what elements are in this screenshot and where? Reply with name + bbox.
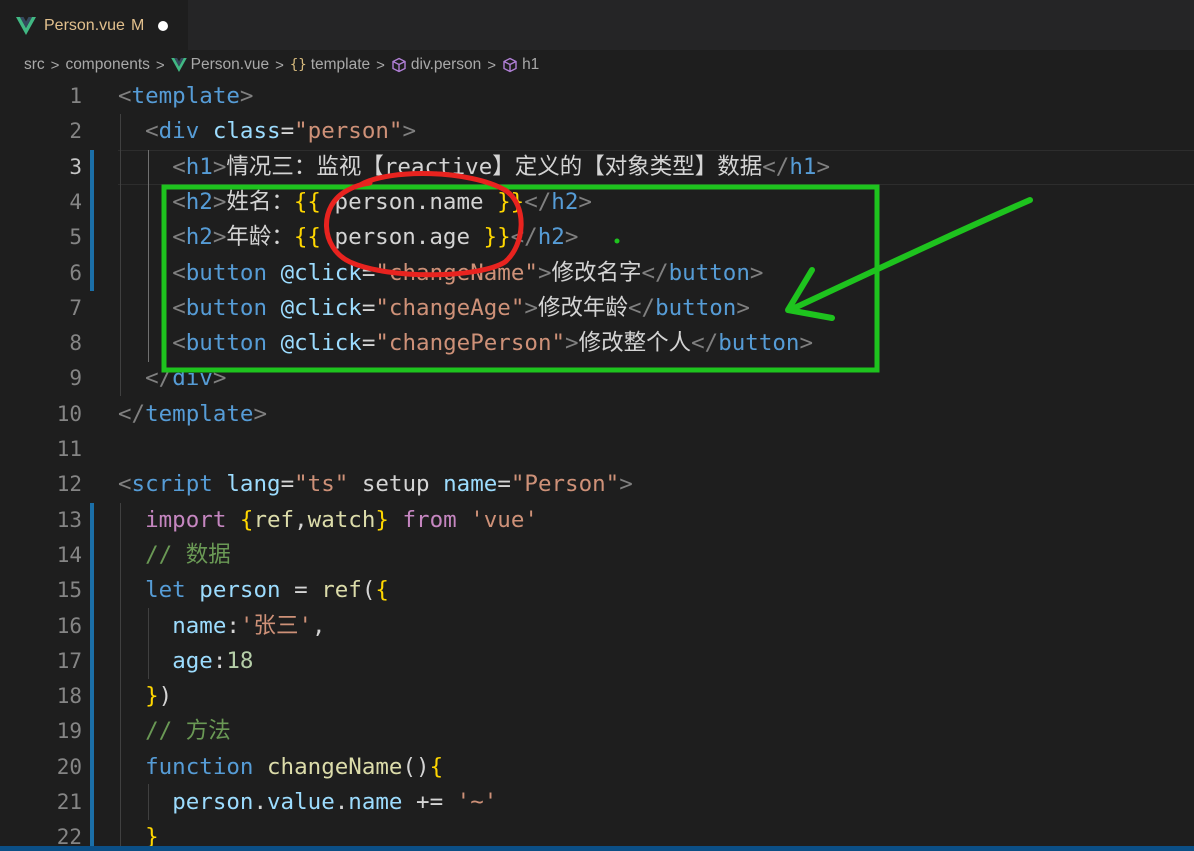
line-code: import {ref,watch} from 'vue' bbox=[145, 506, 538, 533]
line-code: person.value.name += '~' bbox=[172, 789, 498, 815]
line-number: 11 bbox=[56, 437, 82, 461]
breadcrumb-item-file[interactable]: Person.vue bbox=[191, 56, 269, 74]
line-number: 5 bbox=[69, 225, 82, 250]
braces-icon: {} bbox=[289, 57, 307, 73]
code-line[interactable]: 14 // 数据 bbox=[0, 538, 1194, 573]
code-editor: Person.vue M src > components > Person.v… bbox=[0, 0, 1194, 851]
line-code: age:18 bbox=[172, 647, 254, 674]
code-line[interactable]: 20 function changeName(){ bbox=[0, 750, 1194, 785]
code-area[interactable]: 1 <template> 2 <div class="person"> 3 <h1>情… bbox=[0, 79, 1194, 851]
line-code: <h2>年龄：{{ person.age }}</h2> bbox=[172, 224, 579, 251]
chevron-right-icon: > bbox=[487, 56, 497, 74]
code-line[interactable]: 18 }) bbox=[0, 679, 1194, 714]
code-line[interactable]: 12 <script lang="ts" setup name="Person"> bbox=[0, 467, 1194, 502]
line-number: 16 bbox=[56, 613, 82, 638]
vue-icon bbox=[170, 58, 187, 72]
tab-person-vue[interactable]: Person.vue M bbox=[0, 0, 188, 50]
code-line[interactable]: 15 let person = ref({ bbox=[0, 573, 1194, 608]
line-number: 17 bbox=[56, 648, 82, 673]
line-code: <template> bbox=[118, 83, 254, 109]
line-code: // 方法 bbox=[118, 718, 231, 745]
line-code: }) bbox=[145, 683, 173, 710]
breadcrumb-item-src[interactable]: src bbox=[24, 56, 45, 74]
line-number: 21 bbox=[56, 790, 82, 814]
vue-icon bbox=[16, 16, 36, 35]
chevron-right-icon: > bbox=[376, 56, 385, 74]
code-line[interactable]: 10 </template> bbox=[0, 397, 1194, 432]
status-bar-edge bbox=[0, 846, 1194, 851]
line-code: <button @click="changePerson">修改整个人</but… bbox=[172, 330, 814, 357]
line-number: 18 bbox=[56, 684, 82, 709]
line-code: name:'张三', bbox=[172, 612, 326, 639]
breadcrumb-item-h1[interactable]: h1 bbox=[522, 56, 539, 74]
chevron-right-icon: > bbox=[155, 56, 165, 74]
code-line[interactable]: 8 <button @click="changePerson">修改整个人</b… bbox=[0, 326, 1194, 361]
line-code: <script lang="ts" setup name="Person"> bbox=[118, 471, 633, 498]
code-line[interactable]: 21 person.value.name += '~' bbox=[0, 785, 1194, 820]
cube-icon bbox=[391, 57, 407, 73]
code-line[interactable]: 16 name:'张三', bbox=[0, 609, 1194, 644]
line-number: 13 bbox=[56, 507, 82, 532]
code-line[interactable]: 4 <h2>姓名：{{ person.name }}</h2> bbox=[0, 185, 1194, 220]
line-code: </div> bbox=[145, 365, 227, 392]
line-number: 14 bbox=[56, 542, 82, 567]
line-code: // 数据 bbox=[118, 541, 231, 568]
code-line[interactable]: 7 <button @click="changeAge">修改年龄</butto… bbox=[0, 291, 1194, 326]
line-number: 10 bbox=[56, 401, 82, 426]
breadcrumb-item-components[interactable]: components bbox=[65, 56, 149, 74]
code-line[interactable]: 3 <h1>情况三：监视【reactive】定义的【对象类型】数据</h1> bbox=[0, 150, 1194, 185]
line-number: 7 bbox=[69, 295, 82, 320]
line-number: 3 bbox=[69, 154, 82, 179]
line-number: 6 bbox=[69, 260, 82, 285]
tab-filename: Person.vue bbox=[44, 16, 125, 34]
line-code: function changeName(){ bbox=[145, 753, 444, 780]
line-code: <button @click="changeName">修改名字</button… bbox=[172, 259, 764, 286]
line-number: 9 bbox=[69, 366, 82, 391]
line-code: </template> bbox=[118, 400, 268, 427]
cube-icon bbox=[502, 57, 518, 73]
chevron-right-icon: > bbox=[275, 56, 284, 74]
code-line[interactable]: 19 // 方法 bbox=[0, 714, 1194, 749]
line-number: 8 bbox=[69, 331, 82, 356]
line-code: <div class="person"> bbox=[145, 118, 417, 145]
line-number: 19 bbox=[56, 719, 82, 744]
code-line[interactable]: 11 bbox=[0, 432, 1194, 467]
code-line[interactable]: 13 import {ref,watch} from 'vue' bbox=[0, 503, 1194, 538]
code-line[interactable]: 9 </div> bbox=[0, 361, 1194, 396]
breadcrumb-item-template[interactable]: template bbox=[311, 56, 370, 74]
line-number: 1 bbox=[69, 84, 82, 108]
line-code: <button @click="changeAge">修改年龄</button> bbox=[172, 294, 750, 321]
code-line[interactable]: 6 <button @click="changeName">修改名字</butt… bbox=[0, 256, 1194, 291]
line-code: <h2>姓名：{{ person.name }}</h2> bbox=[172, 188, 592, 215]
breadcrumb: src > components > Person.vue > {} templ… bbox=[0, 52, 1194, 78]
breadcrumb-item-div-person[interactable]: div.person bbox=[411, 56, 481, 74]
chevron-right-icon: > bbox=[50, 56, 60, 74]
line-number: 20 bbox=[56, 754, 82, 779]
line-number: 12 bbox=[56, 472, 82, 497]
tab-modified-flag: M bbox=[130, 16, 145, 34]
line-number: 2 bbox=[69, 119, 82, 144]
code-line[interactable]: 17 age:18 bbox=[0, 644, 1194, 679]
line-number: 15 bbox=[56, 578, 82, 603]
line-number: 4 bbox=[69, 189, 82, 214]
line-code: <h1>情况三：监视【reactive】定义的【对象类型】数据</h1> bbox=[172, 153, 830, 180]
line-code: let person = ref({ bbox=[145, 577, 389, 604]
code-line[interactable]: 5 <h2>年龄：{{ person.age }}</h2> bbox=[0, 220, 1194, 255]
code-line[interactable]: 1 <template> bbox=[0, 79, 1194, 114]
unsaved-dot-icon[interactable] bbox=[158, 20, 169, 31]
code-line[interactable]: 2 <div class="person"> bbox=[0, 114, 1194, 149]
tab-bar: Person.vue M bbox=[0, 0, 1194, 50]
